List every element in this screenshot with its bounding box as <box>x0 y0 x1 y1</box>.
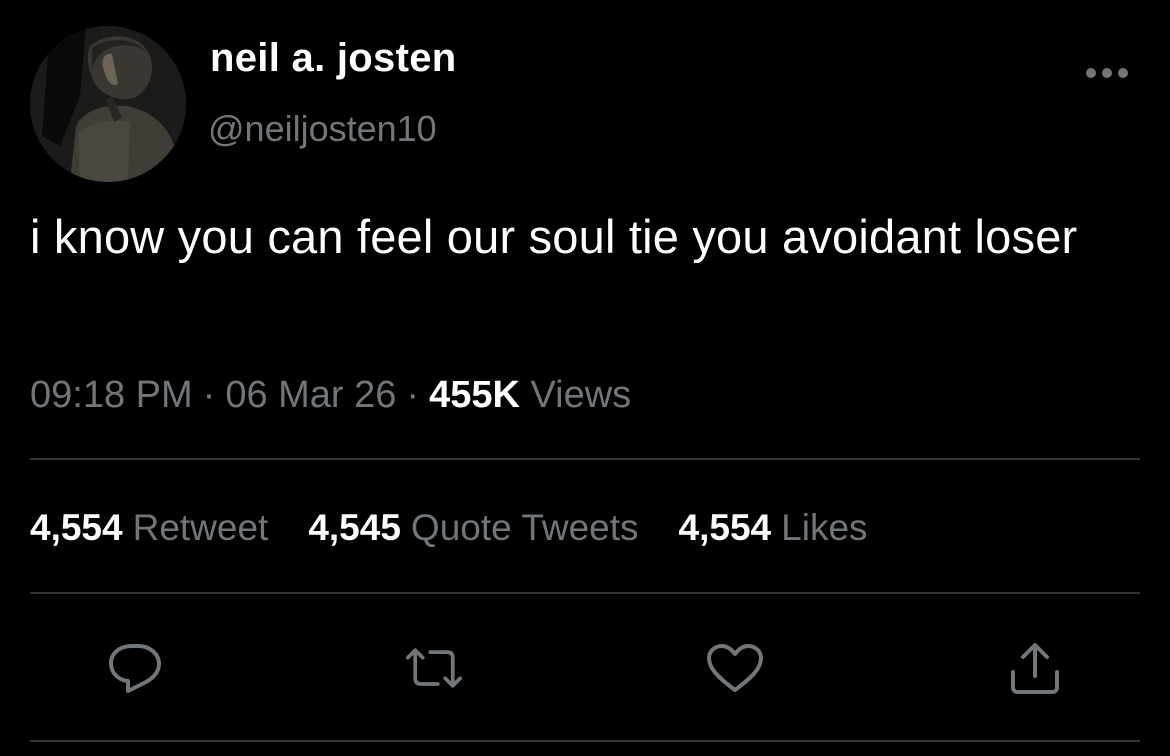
meta-separator: · <box>202 374 216 416</box>
quotes-count: 4,545 <box>308 507 401 548</box>
retweet-button[interactable] <box>404 640 464 696</box>
retweet-icon <box>405 648 463 688</box>
tweet-meta: 09:18 PM · 06 Mar 26 · 455K Views <box>30 374 631 417</box>
avatar[interactable] <box>30 26 186 182</box>
reply-icon <box>109 644 161 693</box>
divider <box>30 592 1140 594</box>
retweets-stat[interactable]: 4,554 Retweet <box>30 507 268 549</box>
avatar-photo <box>30 26 186 182</box>
tweet-detail: neil a. josten @neiljosten10 i know you … <box>0 0 1170 756</box>
meta-separator: · <box>406 374 420 416</box>
author-display-name[interactable]: neil a. josten <box>210 36 457 81</box>
likes-label: Likes <box>781 507 868 548</box>
more-horizontal-icon <box>1086 68 1128 78</box>
tweet-text: i know you can feel our soul tie you avo… <box>30 210 1078 263</box>
heart-icon <box>707 644 763 692</box>
divider <box>30 458 1140 460</box>
views-label: Views <box>530 374 632 416</box>
likes-stat[interactable]: 4,554 Likes <box>679 507 868 549</box>
views-count: 455K <box>429 374 520 416</box>
author-handle[interactable]: @neiljosten10 <box>208 108 437 150</box>
retweets-label: Retweet <box>132 507 269 548</box>
share-button[interactable] <box>1005 640 1065 696</box>
like-button[interactable] <box>705 640 765 696</box>
tweet-date[interactable]: 06 Mar 26 <box>225 374 396 416</box>
quotes-stat[interactable]: 4,545 Quote Tweets <box>308 507 638 549</box>
more-options-button[interactable] <box>1082 58 1132 88</box>
reply-button[interactable] <box>105 640 165 696</box>
likes-count: 4,554 <box>678 507 772 548</box>
engagement-stats: 4,554 Retweet 4,545 Quote Tweets 4,554 Like… <box>30 507 868 549</box>
quotes-label: Quote Tweets <box>410 507 639 548</box>
divider <box>30 740 1140 742</box>
retweets-count: 4,554 <box>30 507 123 548</box>
tweet-time[interactable]: 09:18 PM <box>30 374 193 416</box>
share-icon <box>1011 643 1059 694</box>
